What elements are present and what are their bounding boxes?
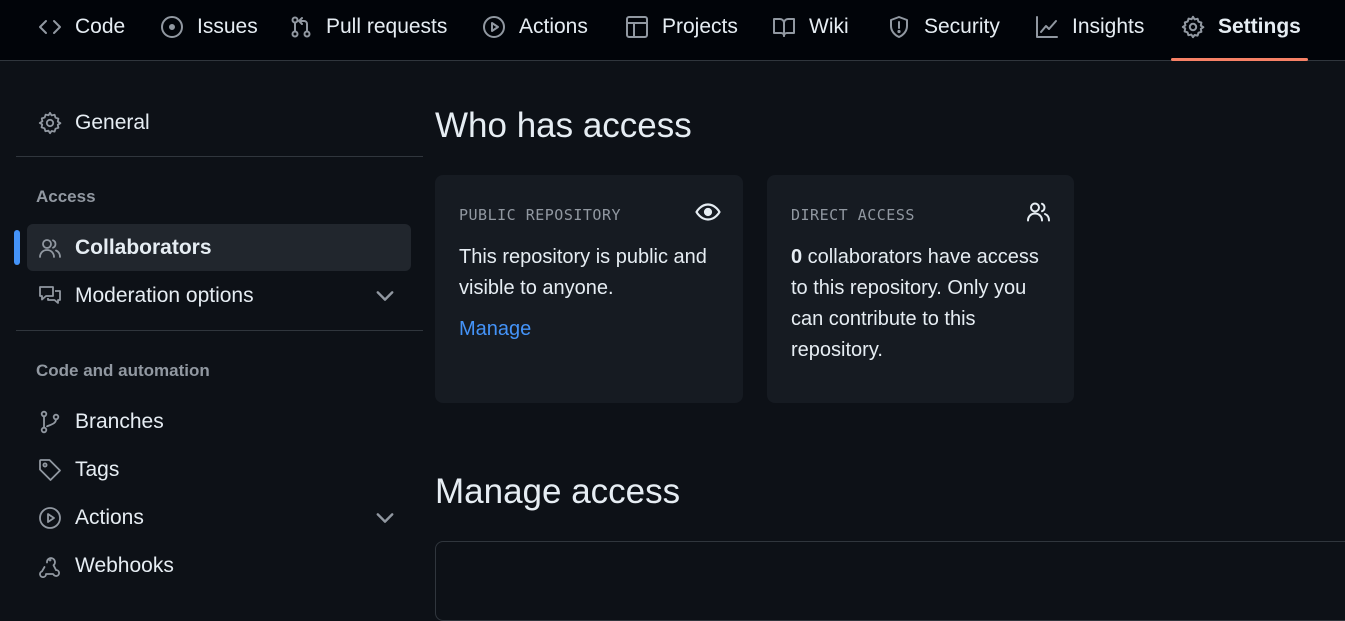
comment-discussion-icon <box>38 284 62 308</box>
graph-icon <box>1035 15 1059 39</box>
settings-sidebar: General Access Collaborators Moderation … <box>14 61 423 592</box>
tab-wiki[interactable]: Wiki <box>772 0 849 54</box>
shield-icon <box>887 15 911 39</box>
code-icon <box>38 15 62 39</box>
chevron-down-icon <box>376 512 394 523</box>
collaborator-count: 0 <box>791 246 803 268</box>
sidebar-item-branches[interactable]: Branches <box>27 398 411 445</box>
tab-label: Security <box>924 15 1000 38</box>
who-has-access-title: Who has access <box>435 106 692 145</box>
collaborator-text: collaborators have access to this reposi… <box>791 246 1039 361</box>
tab-security[interactable]: Security <box>887 0 1000 54</box>
sidebar-item-webhooks[interactable]: Webhooks <box>27 542 411 589</box>
git-pull-request-icon <box>289 15 313 39</box>
issue-opened-icon <box>160 15 184 39</box>
book-icon <box>772 15 796 39</box>
selected-tab-indicator <box>1171 58 1308 61</box>
manage-access-title: Manage access <box>435 472 681 511</box>
card-description: 0 collaborators have access to this repo… <box>791 242 1050 366</box>
sidebar-item-label: Actions <box>75 505 144 529</box>
sidebar-divider <box>16 156 423 157</box>
direct-access-card: DIRECT ACCESS 0 collaborators have acces… <box>767 175 1074 403</box>
sidebar-item-label: Branches <box>75 409 164 433</box>
tab-label: Settings <box>1218 15 1301 38</box>
people-icon <box>1026 199 1052 225</box>
tab-label: Pull requests <box>326 15 448 38</box>
eye-icon <box>695 199 721 225</box>
sidebar-item-actions[interactable]: Actions <box>27 494 411 541</box>
sidebar-item-moderation-options[interactable]: Moderation options <box>27 272 411 319</box>
sidebar-item-label: Collaborators <box>75 235 212 259</box>
sidebar-item-tags[interactable]: Tags <box>27 446 411 493</box>
tab-label: Actions <box>519 15 588 38</box>
play-icon <box>38 506 62 530</box>
play-icon <box>482 15 506 39</box>
tag-icon <box>38 458 62 482</box>
sidebar-heading-access: Access <box>36 187 96 206</box>
tab-settings[interactable]: Settings <box>1181 0 1301 54</box>
gear-icon <box>1181 15 1205 39</box>
card-label: DIRECT ACCESS <box>791 206 915 224</box>
sidebar-heading-code-automation: Code and automation <box>36 361 210 380</box>
gear-icon <box>38 111 62 135</box>
manage-visibility-link[interactable]: Manage <box>459 318 531 341</box>
tab-projects[interactable]: Projects <box>625 0 738 54</box>
sidebar-item-label: Tags <box>75 457 120 481</box>
repo-nav: Code Issues Pull requests Actions Projec… <box>0 0 1345 61</box>
card-label: PUBLIC REPOSITORY <box>459 206 622 224</box>
card-description: This repository is public and visible to… <box>459 246 707 299</box>
tab-insights[interactable]: Insights <box>1035 0 1144 54</box>
people-icon <box>38 236 62 260</box>
tab-issues[interactable]: Issues <box>160 0 258 54</box>
sidebar-item-general[interactable]: General <box>27 99 411 146</box>
public-repository-card: PUBLIC REPOSITORY This repository is pub… <box>435 175 743 403</box>
active-item-indicator <box>14 230 20 265</box>
sidebar-item-label: Moderation options <box>75 283 254 307</box>
table-icon <box>625 15 649 39</box>
tab-pull-requests[interactable]: Pull requests <box>289 0 447 54</box>
sidebar-item-label: Webhooks <box>75 553 174 577</box>
tab-actions[interactable]: Actions <box>482 0 588 54</box>
tab-label: Issues <box>197 15 258 38</box>
tab-code[interactable]: Code <box>38 0 125 54</box>
manage-access-box <box>435 541 1345 621</box>
tab-label: Insights <box>1072 15 1145 38</box>
chevron-down-icon <box>376 290 394 301</box>
sidebar-divider <box>16 330 423 331</box>
sidebar-item-label: General <box>75 110 150 134</box>
tab-label: Projects <box>662 15 738 38</box>
webhook-icon <box>38 554 62 578</box>
tab-label: Code <box>75 15 126 38</box>
sidebar-item-collaborators[interactable]: Collaborators <box>27 224 411 271</box>
tab-label: Wiki <box>809 15 849 38</box>
git-branch-icon <box>38 410 62 434</box>
